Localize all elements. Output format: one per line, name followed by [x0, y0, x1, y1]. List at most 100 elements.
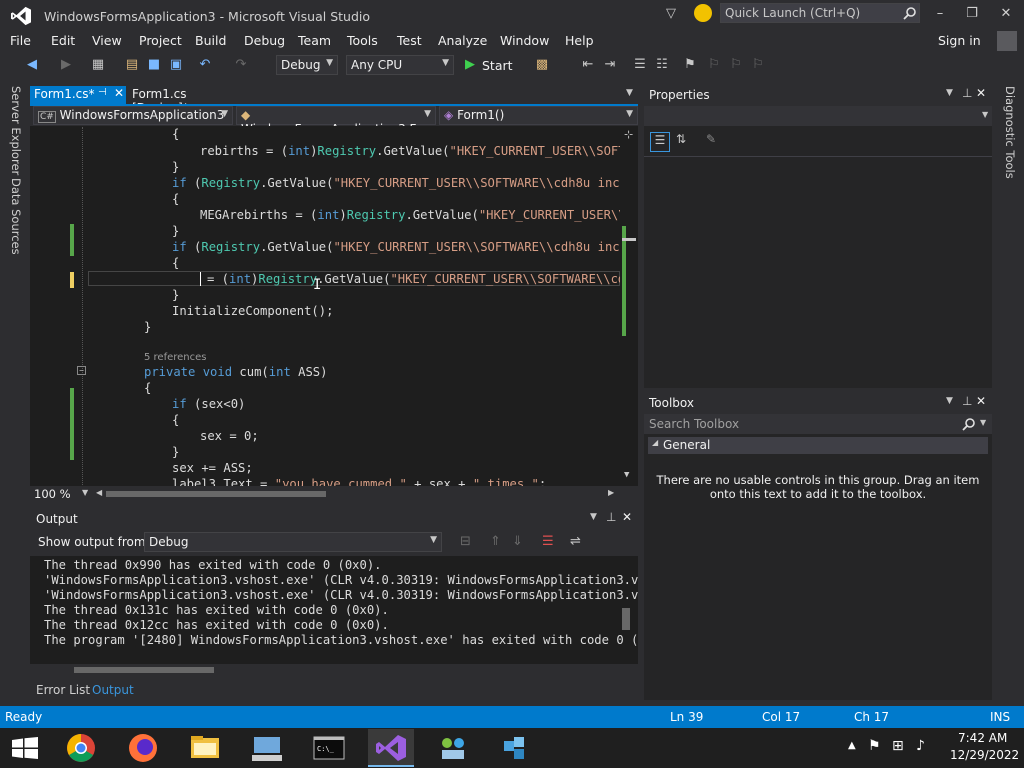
pin-icon[interactable]: ⊥ — [962, 86, 972, 100]
output-text[interactable]: The thread 0x990 has exited with code 0 … — [30, 556, 638, 664]
tab-form1-cs[interactable]: Form1.cs* ⊣ ✕ — [30, 86, 126, 104]
action-center-flag-icon[interactable]: ⚑ — [868, 738, 881, 754]
menu-view[interactable]: View — [92, 33, 122, 48]
tab-output[interactable]: Output — [92, 683, 134, 697]
uncomment-icon[interactable]: ☷ — [654, 57, 670, 73]
bookmark-icon[interactable]: ⚑ — [682, 57, 698, 73]
prev-bookmark-icon[interactable]: ⚐ — [706, 57, 722, 73]
clock-time[interactable]: 7:42 AM — [958, 731, 1007, 745]
solution-platform-select[interactable]: Any CPU ▼ — [346, 55, 454, 75]
output-horizontal-scroll-thumb[interactable] — [74, 667, 214, 673]
comment-icon[interactable]: ☰ — [632, 57, 648, 73]
property-pages-icon[interactable]: ✎ — [706, 132, 716, 146]
open-file-icon[interactable]: ▤ — [124, 57, 140, 73]
menu-tools[interactable]: Tools — [347, 33, 378, 48]
close-panel-icon[interactable]: ✕ — [976, 86, 986, 100]
clear-bookmarks-icon[interactable]: ⚐ — [750, 57, 766, 73]
start-icon[interactable]: ▶ — [465, 57, 475, 72]
output-source-select[interactable]: Debug ▼ — [144, 532, 442, 552]
collapse-icon[interactable]: − — [77, 366, 86, 375]
volume-icon[interactable]: ♪ — [916, 738, 925, 754]
tab-error-list[interactable]: Error List — [36, 683, 90, 697]
scroll-left-icon[interactable]: ◀ — [96, 488, 102, 497]
taskbar-command-prompt[interactable]: C:\_ — [306, 729, 352, 767]
taskbar-file-explorer[interactable] — [182, 729, 228, 767]
chevron-down-icon[interactable]: ▼ — [946, 396, 953, 406]
taskbar-remote-app[interactable] — [244, 729, 290, 767]
menu-edit[interactable]: Edit — [51, 33, 75, 48]
chevron-down-icon[interactable]: ▼ — [82, 488, 88, 497]
menu-debug[interactable]: Debug — [244, 33, 285, 48]
pin-icon[interactable]: ⊥ — [962, 394, 972, 408]
diagnostic-tools-tab[interactable]: Diagnostic Tools — [1003, 86, 1017, 179]
scroll-right-icon[interactable]: ▶ — [608, 488, 614, 497]
close-panel-icon[interactable]: ✕ — [622, 510, 632, 524]
menu-help[interactable]: Help — [565, 33, 594, 48]
pin-icon[interactable]: ⊣ — [98, 87, 107, 98]
navigate-back-icon[interactable]: ◀ — [24, 57, 40, 73]
menu-project[interactable]: Project — [139, 33, 182, 48]
split-icon[interactable]: ⊹ — [624, 128, 633, 141]
menu-build[interactable]: Build — [195, 33, 226, 48]
menu-analyze[interactable]: Analyze — [438, 33, 487, 48]
start-button[interactable]: Start — [482, 58, 513, 73]
tab-form1-design[interactable]: Form1.cs [Design]* — [128, 86, 248, 115]
zoom-level[interactable]: 100 % — [34, 487, 71, 501]
server-explorer-tab[interactable]: Server Explorer — [9, 86, 23, 175]
taskbar-chrome[interactable] — [58, 729, 104, 767]
menu-team[interactable]: Team — [298, 33, 331, 48]
tray-overflow-icon[interactable]: ▲ — [848, 740, 856, 751]
chevron-down-icon[interactable]: ▼ — [590, 512, 597, 522]
close-panel-icon[interactable]: ✕ — [976, 394, 986, 408]
step-into-icon[interactable]: ⇤ — [580, 57, 596, 73]
clear-all-icon[interactable]: ☰ — [542, 534, 554, 549]
avatar[interactable] — [997, 31, 1017, 51]
taskbar-firefox[interactable] — [120, 729, 166, 767]
close-tab-icon[interactable]: ✕ — [114, 86, 124, 100]
next-message-icon[interactable]: ⇓ — [512, 534, 523, 549]
restore-button[interactable]: ❐ — [962, 6, 982, 24]
data-sources-tab[interactable]: Data Sources — [9, 178, 23, 255]
editor-horizontal-scroll-thumb[interactable] — [106, 491, 326, 497]
redo-icon[interactable]: ↷ — [233, 57, 249, 73]
feedback-smiley-icon[interactable] — [694, 4, 712, 22]
menu-file[interactable]: File — [10, 33, 31, 48]
next-bookmark-icon[interactable]: ⚐ — [728, 57, 744, 73]
project-select[interactable]: C# WindowsFormsApplication3 ▼ — [33, 106, 233, 125]
scroll-down-icon[interactable]: ▼ — [624, 470, 629, 480]
tab-overflow-icon[interactable]: ▼ — [626, 88, 633, 98]
close-window-button[interactable]: ✕ — [996, 6, 1016, 24]
clock-date[interactable]: 12/29/2022 — [950, 748, 1019, 762]
word-wrap-icon[interactable]: ⇌ — [570, 534, 581, 549]
sign-in-link[interactable]: Sign in — [938, 33, 981, 48]
class-select[interactable]: ◆ WindowsFormsApplication3.Fo ▼ — [236, 106, 436, 136]
menu-test[interactable]: Test — [397, 33, 422, 48]
step-over-icon[interactable]: ⇥ — [602, 57, 618, 73]
save-all-icon[interactable]: ▣ — [168, 57, 184, 73]
taskbar-visual-studio[interactable] — [368, 729, 414, 767]
save-icon[interactable]: ■ — [146, 57, 162, 73]
pin-icon[interactable]: ⊥ — [606, 510, 616, 524]
network-icon[interactable]: ⊞ — [892, 738, 904, 754]
menu-window[interactable]: Window — [500, 33, 549, 48]
properties-object-select[interactable]: ▼ — [644, 106, 992, 126]
member-select[interactable]: ◈ Form1() ▼ — [439, 106, 638, 125]
filter-icon[interactable]: ▽ — [666, 6, 676, 21]
solution-configuration-select[interactable]: Debug ▼ — [276, 55, 338, 75]
chevron-down-icon[interactable]: ▼ — [946, 88, 953, 98]
minimize-button[interactable]: – — [930, 6, 950, 24]
categorized-icon[interactable]: ☰ — [650, 132, 670, 152]
windows-start-icon[interactable] — [12, 737, 38, 759]
undo-icon[interactable]: ↶ — [197, 57, 213, 73]
quick-launch-input[interactable]: Quick Launch (Ctrl+Q) — [720, 3, 920, 23]
toolbox-group-general[interactable]: ◢ General — [648, 437, 988, 454]
find-message-icon[interactable]: ⊟ — [460, 534, 471, 549]
browser-link-icon[interactable]: ▩ — [534, 57, 550, 73]
taskbar-installer[interactable] — [492, 729, 538, 767]
alphabetical-icon[interactable]: ⇅ — [676, 132, 686, 146]
output-vertical-scroll-thumb[interactable] — [622, 608, 630, 630]
editor-vertical-scrollbar[interactable]: ⊹ ▼ — [620, 126, 638, 486]
code-editor[interactable]: − { rebirths = (int)Registry.GetValue("H… — [30, 126, 638, 486]
navigate-forward-icon[interactable]: ▶ — [58, 57, 74, 73]
new-project-icon[interactable]: ▦ — [90, 57, 106, 73]
